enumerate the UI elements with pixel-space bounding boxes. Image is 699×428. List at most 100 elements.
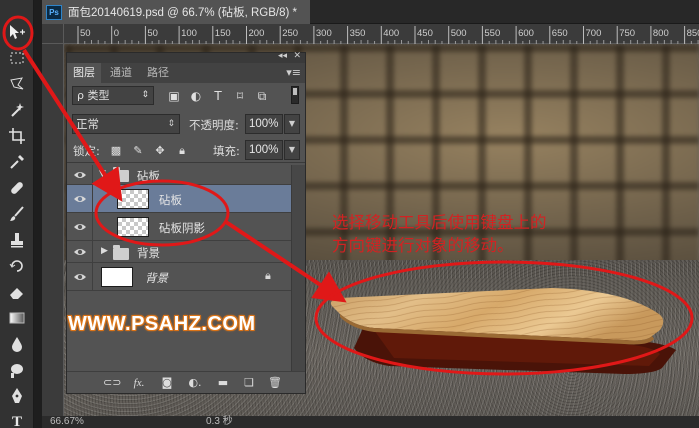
ruler-tick-label: 50 [80, 28, 91, 39]
type-tool-icon[interactable]: T [4, 410, 30, 428]
shape-filter-icon[interactable]: ⌑ [233, 89, 247, 103]
tab-layers[interactable]: 图层 [67, 63, 101, 83]
close-panel-icon[interactable]: ✕ [293, 51, 301, 61]
fill-label: 填充: [213, 144, 240, 158]
move-tool-icon[interactable] [4, 20, 30, 44]
lock-row: 锁定: ▩ ✎ ✥ 🔒︎ 填充: 100% ▼ [67, 137, 305, 163]
ruler-origin[interactable] [42, 24, 64, 44]
history-brush-tool-icon[interactable] [4, 254, 30, 278]
layer-name: 背景 [137, 246, 160, 260]
ruler-tick-label: 100 [181, 28, 197, 39]
adjustment-filter-icon[interactable]: ◐ [189, 89, 203, 103]
ruler-tick-label: 200 [249, 28, 265, 39]
pen-tool-icon[interactable] [4, 384, 30, 408]
new-layer-icon[interactable]: ❏ [241, 376, 257, 390]
layer-row-board-group[interactable]: ▼ 砧板 [67, 165, 291, 185]
trash-icon[interactable]: 🗑︎ [267, 376, 283, 390]
type-filter-icon[interactable]: T [211, 89, 225, 103]
opacity-label: 不透明度: [189, 118, 239, 132]
lock-transparent-icon[interactable]: ▩ [109, 144, 123, 158]
collapse-panel-icon[interactable]: ◂◂ [278, 51, 287, 61]
layer-name: 砧板 [159, 193, 182, 207]
tab-channels[interactable]: 通道 [104, 63, 138, 83]
layer-row-background-group[interactable]: ▶ 背景 [67, 241, 291, 263]
layers-footer: ⊂⊃ fx. ◙ ◐. ▬ ❏ 🗑︎ [67, 371, 305, 393]
marquee-tool-icon[interactable] [4, 46, 30, 70]
lock-all-icon[interactable]: 🔒︎ [175, 144, 189, 158]
layer-name: 砧板 [137, 169, 160, 183]
collapse-triangle-icon[interactable]: ▶ [101, 246, 108, 256]
layer-row-board-shadow[interactable]: 砧板阴影 [67, 213, 291, 241]
eye-icon[interactable] [73, 245, 87, 259]
ruler-tick-label: 350 [350, 28, 366, 39]
mask-icon[interactable]: ◙ [159, 376, 175, 390]
crop-tool-icon[interactable] [4, 124, 30, 148]
ruler-tick-label: 450 [417, 28, 433, 39]
healing-brush-tool-icon[interactable] [4, 176, 30, 200]
eyedropper-tool-icon[interactable] [4, 150, 30, 174]
lasso-tool-icon[interactable] [4, 72, 30, 96]
lock-pixels-icon[interactable]: ✎ [131, 144, 145, 158]
brush-tool-icon[interactable] [4, 202, 30, 226]
lock-label: 锁定: [73, 144, 100, 158]
layer-list: ▼ 砧板 砧板 砧板阴影 ▶ 背景 背景 🔒︎ [67, 165, 291, 375]
layer-list-scrollbar[interactable] [291, 165, 305, 375]
eraser-tool-icon[interactable] [4, 280, 30, 304]
panel-menu-icon[interactable]: ▾≡ [286, 66, 301, 79]
zoom-level[interactable]: 66.67% [50, 416, 84, 428]
vertical-ruler[interactable] [42, 44, 64, 416]
photoshop-icon: Ps [46, 4, 62, 20]
layer-name: 背景 [145, 271, 168, 285]
eye-icon[interactable] [73, 168, 87, 182]
ruler-tick-label: 700 [586, 28, 602, 39]
eye-icon[interactable] [73, 270, 87, 284]
document-title: 面包20140619.psd @ 66.7% (砧板, RGB/8) * [68, 7, 297, 19]
blend-mode-select[interactable]: 正常 ⇕ [72, 114, 180, 134]
horizontal-ruler[interactable]: 50 0 50 100 150 200 250 300 350 400 450 500 550 600 65… [64, 24, 699, 44]
chevron-updown-icon: ⇕ [141, 90, 149, 100]
fill-input[interactable]: 100% [245, 140, 283, 160]
eye-icon[interactable] [73, 220, 87, 234]
gradient-tool-icon[interactable] [4, 306, 30, 330]
layer-filter-row: ρ 类型 ⇕ ▣ ◐ T ⌑ ⧉ [67, 83, 305, 111]
pixel-filter-icon[interactable]: ▣ [167, 89, 181, 103]
new-group-icon[interactable]: ▬ [215, 376, 231, 390]
magic-wand-tool-icon[interactable] [4, 98, 30, 122]
expand-triangle-icon[interactable]: ▼ [99, 169, 106, 179]
opacity-dropdown-icon[interactable]: ▼ [284, 114, 300, 134]
timing-info: 0.3 秒 [206, 416, 233, 427]
lock-position-icon[interactable]: ✥ [153, 144, 167, 158]
ruler-tick-label: 300 [316, 28, 332, 39]
tab-paths[interactable]: 路径 [141, 63, 175, 83]
ruler-tick-label: 550 [484, 28, 500, 39]
opacity-input[interactable]: 100% [245, 114, 283, 134]
smart-object-filter-icon[interactable]: ⧉ [255, 89, 269, 103]
ruler-tick-label: 750 [619, 28, 635, 39]
link-icon[interactable]: ⊂⊃ [103, 376, 121, 390]
blur-tool-icon[interactable] [4, 332, 30, 356]
adjustment-icon[interactable]: ◐. [187, 376, 203, 390]
layer-row-background[interactable]: 背景 🔒︎ [67, 263, 291, 291]
ruler-tick-label: 600 [518, 28, 534, 39]
ruler-tick-label: 400 [383, 28, 399, 39]
dodge-tool-icon[interactable] [4, 358, 30, 382]
annotation-line-2: 方向键进行对象的移动。 [332, 236, 514, 255]
folder-icon [113, 245, 129, 260]
fill-dropdown-icon[interactable]: ▼ [284, 140, 300, 160]
layer-thumbnail [117, 189, 149, 209]
panel-titlebar[interactable]: ◂◂ ✕ [67, 51, 305, 63]
ruler-tick-label: 0 [114, 28, 119, 39]
layer-row-board[interactable]: 砧板 [67, 185, 291, 213]
layers-panel: ◂◂ ✕ 图层 通道 路径 ▾≡ ρ 类型 ⇕ ▣ ◐ T ⌑ ⧉ 正常 ⇕ 不… [66, 51, 306, 394]
panel-tabs: 图层 通道 路径 ▾≡ [67, 63, 305, 83]
filter-toggle[interactable] [291, 86, 299, 104]
ruler-tick-label: 650 [552, 28, 568, 39]
instruction-annotation: 选择移动工具后使用键盘上的 方向键进行对象的移动。 [332, 211, 662, 257]
lock-icon: 🔒︎ [265, 269, 271, 282]
layer-filter-select[interactable]: ρ 类型 ⇕ [72, 86, 154, 105]
ruler-tick-label: 150 [215, 28, 231, 39]
eye-icon[interactable] [73, 192, 87, 206]
clone-stamp-tool-icon[interactable] [4, 228, 30, 252]
document-tab[interactable]: Ps 面包20140619.psd @ 66.7% (砧板, RGB/8) * [42, 0, 310, 24]
fx-icon[interactable]: fx. [131, 376, 147, 390]
